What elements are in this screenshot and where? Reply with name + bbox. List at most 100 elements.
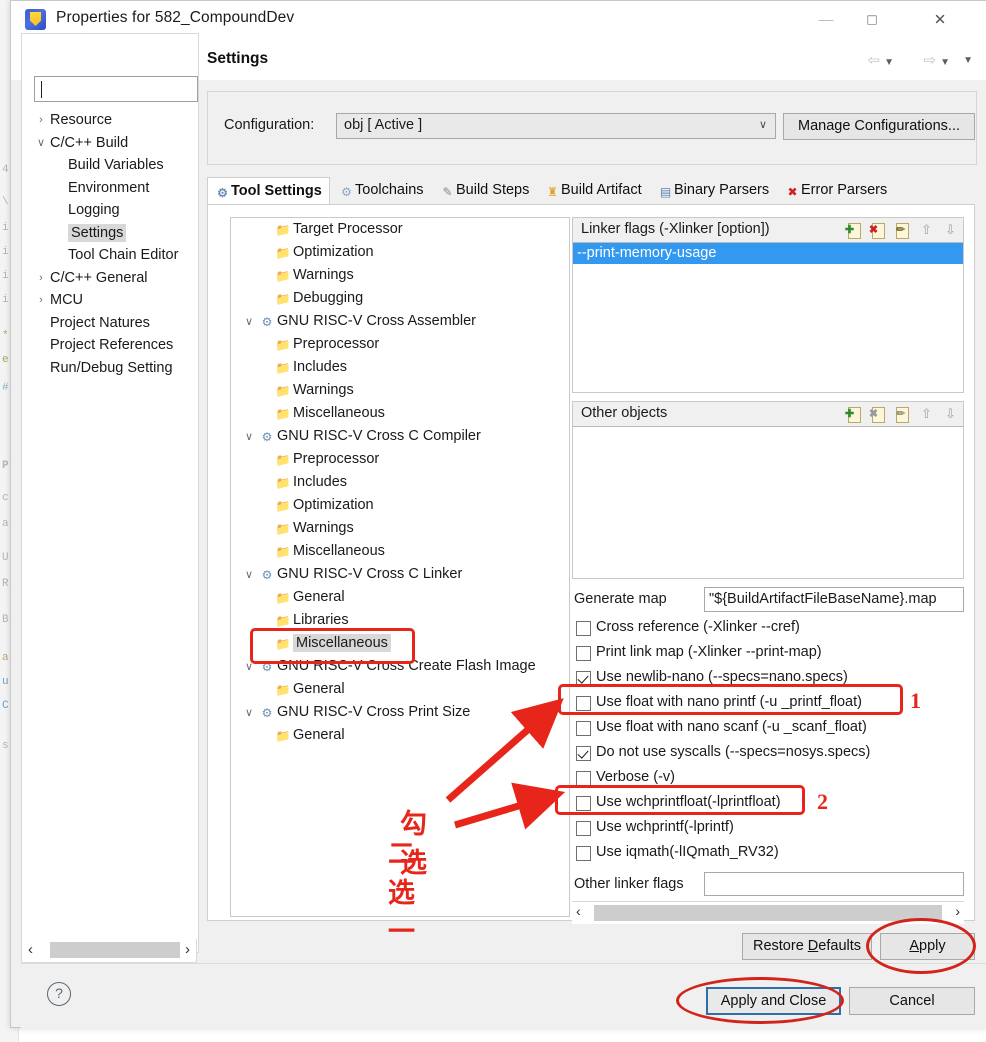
sidebar-item-tool-chain-editor[interactable]: Tool Chain Editor <box>32 244 212 267</box>
sidebar-item-mcu[interactable]: ›MCU <box>32 289 212 312</box>
tool-tree-item-optimization[interactable]: 📁Optimization <box>231 494 569 517</box>
tool-tree-item-includes[interactable]: 📁Includes <box>231 471 569 494</box>
nav-back-button[interactable]: ⇦ ▼ <box>867 51 894 69</box>
tab-tool-settings[interactable]: ⚙Tool Settings <box>207 177 330 205</box>
tool-tree-item-miscellaneous[interactable]: 📁Miscellaneous <box>231 632 569 655</box>
sidebar-item-resource[interactable]: ›Resource <box>32 109 212 132</box>
filter-input[interactable] <box>34 76 198 102</box>
tab-build-artifact[interactable]: ♜Build Artifact <box>538 177 649 205</box>
tab-binary-parsers[interactable]: ▤Binary Parsers <box>651 177 776 205</box>
tool-tree-item-gnu-risc-v-cross-print-size[interactable]: ∨⚙GNU RISC-V Cross Print Size <box>231 701 569 724</box>
tool-tree-item-gnu-risc-v-cross-c-linker[interactable]: ∨⚙GNU RISC-V Cross C Linker <box>231 563 569 586</box>
chevron-down-icon[interactable]: ∨ <box>241 564 257 587</box>
tool-tree-item-includes[interactable]: 📁Includes <box>231 356 569 379</box>
generate-map-input[interactable]: "${BuildArtifactFileBaseName}.map <box>704 587 964 612</box>
checkbox-row[interactable]: Do not use syscalls (--specs=nosys.specs… <box>572 742 964 767</box>
move-up-icon[interactable]: ⇧ <box>918 406 935 422</box>
checkbox-checked[interactable] <box>576 746 591 761</box>
checkbox-row[interactable]: Cross reference (-Xlinker --cref) <box>572 617 964 642</box>
scrollbar-thumb[interactable] <box>594 905 942 921</box>
other-linker-flags-input[interactable] <box>704 872 964 896</box>
list-item[interactable]: --print-memory-usage <box>573 243 963 264</box>
tool-tree-item-target-processor[interactable]: 📁Target Processor <box>231 218 569 241</box>
chevron-right-icon[interactable]: › <box>32 109 50 132</box>
chevron-right-icon[interactable]: › <box>32 289 50 312</box>
tool-tree-item-preprocessor[interactable]: 📁Preprocessor <box>231 333 569 356</box>
sidebar-item-run-debug-setting[interactable]: Run/Debug Setting <box>32 357 212 380</box>
sidebar-item-project-natures[interactable]: Project Natures <box>32 312 212 335</box>
tool-tree-item-gnu-risc-v-cross-create-flash-image[interactable]: ∨⚙GNU RISC-V Cross Create Flash Image <box>231 655 569 678</box>
sidebar-item-logging[interactable]: Logging <box>32 199 212 222</box>
tool-tree-item-debugging[interactable]: 📁Debugging <box>231 287 569 310</box>
maximize-button[interactable]: □ <box>849 1 895 39</box>
sidebar-item-environment[interactable]: Environment <box>32 177 212 200</box>
options-horizontal-scrollbar[interactable]: ‹ › <box>572 901 964 923</box>
tool-category-tree[interactable]: 📁Target Processor📁Optimization📁Warnings📁… <box>230 217 570 917</box>
linker-flags-list[interactable]: --print-memory-usage <box>572 243 964 393</box>
scrollbar-thumb[interactable] <box>50 942 180 958</box>
sidebar-item-project-references[interactable]: Project References <box>32 334 212 357</box>
chevron-down-icon[interactable]: ∨ <box>241 702 257 725</box>
chevron-down-icon[interactable]: ∨ <box>241 656 257 679</box>
tool-tree-item-warnings[interactable]: 📁Warnings <box>231 517 569 540</box>
delete-icon[interactable]: ✖ <box>870 222 887 238</box>
sidebar-item-build-variables[interactable]: Build Variables <box>32 154 212 177</box>
scroll-right-icon[interactable]: › <box>955 903 960 919</box>
move-down-icon[interactable]: ⇩ <box>942 406 959 422</box>
cancel-button[interactable]: Cancel <box>849 987 975 1015</box>
checkbox-unchecked[interactable] <box>576 696 591 711</box>
edit-icon[interactable]: ✏ <box>894 222 911 238</box>
checkbox-row[interactable]: Use newlib-nano (--specs=nano.specs) <box>572 667 964 692</box>
tab-error-parsers[interactable]: ✖Error Parsers <box>778 177 894 205</box>
apply-and-close-button[interactable]: Apply and Close <box>706 987 841 1015</box>
tool-tree-item-gnu-risc-v-cross-assembler[interactable]: ∨⚙GNU RISC-V Cross Assembler <box>231 310 569 333</box>
tool-tree-item-general[interactable]: 📁General <box>231 678 569 701</box>
checkbox-row[interactable]: Use wchprintfloat(-lprintfloat) <box>572 792 964 817</box>
scroll-left-icon[interactable]: ‹ <box>576 903 581 919</box>
move-down-icon[interactable]: ⇩ <box>942 222 959 238</box>
checkbox-unchecked[interactable] <box>576 646 591 661</box>
checkbox-unchecked[interactable] <box>576 846 591 861</box>
checkbox-row[interactable]: Print link map (-Xlinker --print-map) <box>572 642 964 667</box>
close-button[interactable]: ✕ <box>917 1 963 39</box>
checkbox-unchecked[interactable] <box>576 721 591 736</box>
tool-tree-item-gnu-risc-v-cross-c-compiler[interactable]: ∨⚙GNU RISC-V Cross C Compiler <box>231 425 569 448</box>
tool-tree-item-miscellaneous[interactable]: 📁Miscellaneous <box>231 540 569 563</box>
restore-defaults-button[interactable]: Restore Defaults <box>742 933 872 960</box>
configuration-select[interactable]: obj [ Active ] ∨ <box>336 113 776 139</box>
tab-build-steps[interactable]: ✎Build Steps <box>433 177 536 205</box>
chevron-down-icon[interactable]: ∨ <box>241 311 257 334</box>
checkbox-unchecked[interactable] <box>576 821 591 836</box>
chevron-right-icon[interactable]: › <box>32 267 50 290</box>
tool-tree-item-optimization[interactable]: 📁Optimization <box>231 241 569 264</box>
manage-configurations-button[interactable]: Manage Configurations... <box>783 113 975 140</box>
tool-tree-item-libraries[interactable]: 📁Libraries <box>231 609 569 632</box>
checkbox-unchecked[interactable] <box>576 771 591 786</box>
scroll-left-icon[interactable]: ‹ <box>28 941 33 958</box>
nav-menu-button[interactable]: ▼ <box>963 51 973 67</box>
checkbox-checked[interactable] <box>576 671 591 686</box>
other-objects-list[interactable] <box>572 427 964 579</box>
nav-forward-button[interactable]: ⇨ ▼ <box>923 51 950 69</box>
add-icon[interactable]: ✚ <box>846 406 863 422</box>
chevron-down-icon[interactable]: ∨ <box>241 426 257 449</box>
chevron-down-icon[interactable]: ∨ <box>32 132 50 155</box>
scroll-right-icon[interactable]: › <box>185 941 190 958</box>
sidebar-item-settings[interactable]: Settings <box>32 222 212 245</box>
move-up-icon[interactable]: ⇧ <box>918 222 935 238</box>
add-icon[interactable]: ✚ <box>846 222 863 238</box>
tab-toolchains[interactable]: ⚙Toolchains <box>332 177 431 205</box>
tool-tree-item-warnings[interactable]: 📁Warnings <box>231 379 569 402</box>
checkbox-row[interactable]: Use wchprintf(-lprintf) <box>572 817 964 842</box>
checkbox-row[interactable]: Use float with nano printf (-u _printf_f… <box>572 692 964 717</box>
sidebar-item-c-c-build[interactable]: ∨C/C++ Build <box>32 132 212 155</box>
tool-tree-item-miscellaneous[interactable]: 📁Miscellaneous <box>231 402 569 425</box>
tool-tree-item-preprocessor[interactable]: 📁Preprocessor <box>231 448 569 471</box>
help-icon[interactable]: ? <box>47 982 71 1006</box>
checkbox-unchecked[interactable] <box>576 621 591 636</box>
delete-icon[interactable]: ✖ <box>870 406 887 422</box>
checkbox-row[interactable]: Verbose (-v) <box>572 767 964 792</box>
checkbox-row[interactable]: Use float with nano scanf (-u _scanf_flo… <box>572 717 964 742</box>
edit-icon[interactable]: ✏ <box>894 406 911 422</box>
tool-tree-item-general[interactable]: 📁General <box>231 586 569 609</box>
